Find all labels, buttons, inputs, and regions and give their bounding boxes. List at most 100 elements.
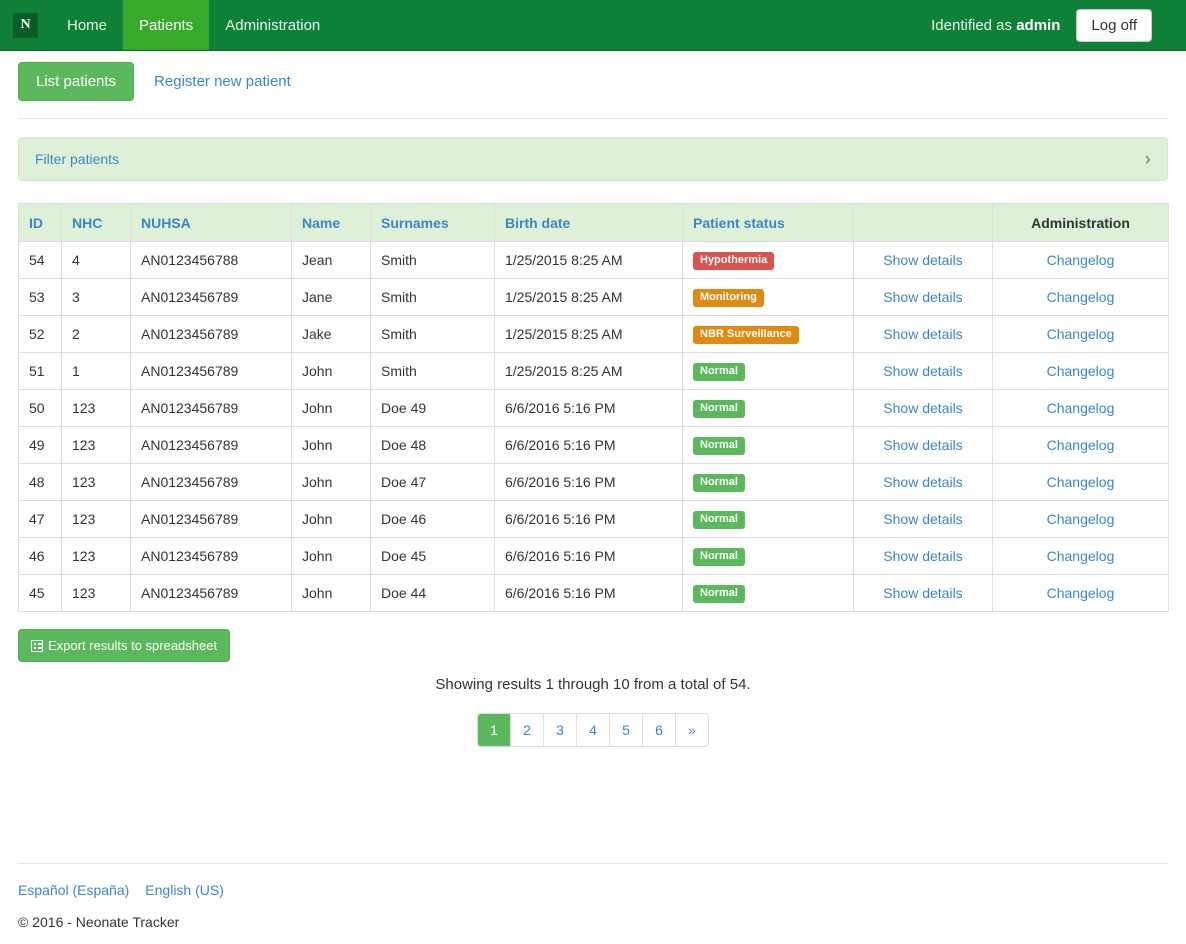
pagination-page-3[interactable]: 3 [544,714,576,746]
show-details-link[interactable]: Show details [883,474,962,490]
table-row: 45 123 AN0123456789 John Doe 44 6/6/2016 5:16… [18,574,1169,612]
results-summary: Showing results 1 through 10 from a tota… [435,676,751,693]
brand-letter: N [13,12,38,38]
chevron-right-icon[interactable]: › [1145,150,1151,169]
language-links: Español (España) English (US) [18,882,1168,898]
pagination-page-2[interactable]: 2 [511,714,543,746]
changelog-link[interactable]: Changelog [1047,474,1115,490]
cell-patient-status: Normal [682,574,854,612]
cell-birth-date: 6/6/2016 5:16 PM [494,389,683,427]
cell-nhc: 123 [61,574,131,612]
show-details-link[interactable]: Show details [883,548,962,564]
sort-id-link[interactable]: ID [29,215,43,231]
changelog-link[interactable]: Changelog [1047,511,1115,527]
register-new-patient-link[interactable]: Register new patient [140,63,305,100]
identified-as-label: Identified as admin [931,17,1060,34]
cell-nuhsa: AN0123456789 [130,315,292,353]
cell-nuhsa: AN0123456788 [130,241,292,279]
header-birth-date: Birth date [494,203,683,242]
cell-id: 48 [18,463,62,501]
cell-nuhsa: AN0123456789 [130,426,292,464]
sort-patient-status-link[interactable]: Patient status [693,215,785,231]
cell-id: 49 [18,426,62,464]
show-details-link[interactable]: Show details [883,437,962,453]
pagination-page-4[interactable]: 4 [577,714,609,746]
show-details-link[interactable]: Show details [883,511,962,527]
cell-show-details: Show details [853,352,993,390]
cell-birth-date: 1/25/2015 8:25 AM [494,352,683,390]
sort-nuhsa-link[interactable]: NUHSA [141,215,191,231]
log-off-button[interactable]: Log off [1076,8,1152,42]
changelog-link[interactable]: Changelog [1047,289,1115,305]
pagination-page-5[interactable]: 5 [610,714,642,746]
cell-surnames: Doe 47 [370,463,495,501]
patients-table: ID NHC NUHSA Name Surnames Birth date Pa… [18,203,1169,612]
pagination: 1 2 3 4 5 6» [18,713,1168,747]
language-link-spanish[interactable]: Español (España) [18,882,129,898]
filter-patients-panel[interactable]: Filter patients › [18,137,1168,181]
pagination-item: 6 [643,714,676,746]
cell-show-details: Show details [853,315,993,353]
cell-nhc: 2 [61,315,131,353]
changelog-link[interactable]: Changelog [1047,437,1115,453]
table-row: 54 4 AN0123456788 Jean Smith 1/25/2015 8:25 A… [18,241,1169,279]
cell-surnames: Doe 49 [370,389,495,427]
cell-name: John [291,389,371,427]
cell-birth-date: 6/6/2016 5:16 PM [494,574,683,612]
show-details-link[interactable]: Show details [883,252,962,268]
nav-item-home[interactable]: Home [51,0,123,50]
nav-item-administration[interactable]: Administration [209,0,336,50]
cell-id: 47 [18,500,62,538]
cell-patient-status: NBR Surveillance [682,315,854,353]
export-results-button[interactable]: Export results to spreadsheet [18,629,231,662]
table-row: 48 123 AN0123456789 John Doe 47 6/6/2016 5:16… [18,463,1169,501]
show-details-link[interactable]: Show details [883,585,962,601]
status-badge: Normal [693,548,745,566]
list-patients-button[interactable]: List patients [18,62,135,101]
cell-patient-status: Monitoring [682,278,854,316]
cell-id: 53 [18,278,62,316]
cell-name: John [291,352,371,390]
pagination-next-link[interactable]: » [676,714,708,746]
changelog-link[interactable]: Changelog [1047,326,1115,342]
pagination-item-next: » [676,714,708,746]
cell-patient-status: Normal [682,352,854,390]
cell-surnames: Doe 45 [370,537,495,575]
changelog-link[interactable]: Changelog [1047,585,1115,601]
cell-changelog: Changelog [992,241,1169,279]
show-details-link[interactable]: Show details [883,289,962,305]
show-details-link[interactable]: Show details [883,363,962,379]
pagination-page-6[interactable]: 6 [643,714,675,746]
cell-changelog: Changelog [992,389,1169,427]
changelog-link[interactable]: Changelog [1047,548,1115,564]
show-details-link[interactable]: Show details [883,326,962,342]
brand-logo[interactable]: N [0,0,51,50]
changelog-link[interactable]: Changelog [1047,363,1115,379]
pagination-page-1[interactable]: 1 [478,714,510,746]
cell-id: 46 [18,537,62,575]
cell-show-details: Show details [853,426,993,464]
show-details-link[interactable]: Show details [883,400,962,416]
table-header-row: ID NHC NUHSA Name Surnames Birth date Pa… [18,203,1169,242]
status-badge: NBR Surveillance [693,326,799,344]
language-link-english[interactable]: English (US) [145,882,224,898]
cell-id: 45 [18,574,62,612]
cell-nuhsa: AN0123456789 [130,500,292,538]
sort-birth-date-link[interactable]: Birth date [505,215,570,231]
cell-name: John [291,574,371,612]
changelog-link[interactable]: Changelog [1047,400,1115,416]
footer-inner: Español (España) English (US) © 2016 - N… [18,863,1168,930]
nav-item-patients[interactable]: Patients [123,0,210,50]
cell-changelog: Changelog [992,500,1169,538]
cell-id: 52 [18,315,62,353]
cell-nhc: 123 [61,426,131,464]
cell-nhc: 4 [61,241,131,279]
cell-surnames: Doe 46 [370,500,495,538]
sort-nhc-link[interactable]: NHC [72,215,102,231]
sort-name-link[interactable]: Name [302,215,340,231]
patients-table-body: 54 4 AN0123456788 Jean Smith 1/25/2015 8:25 A… [18,241,1169,612]
sort-surnames-link[interactable]: Surnames [381,215,449,231]
cell-name: Jake [291,315,371,353]
cell-birth-date: 6/6/2016 5:16 PM [494,500,683,538]
changelog-link[interactable]: Changelog [1047,252,1115,268]
